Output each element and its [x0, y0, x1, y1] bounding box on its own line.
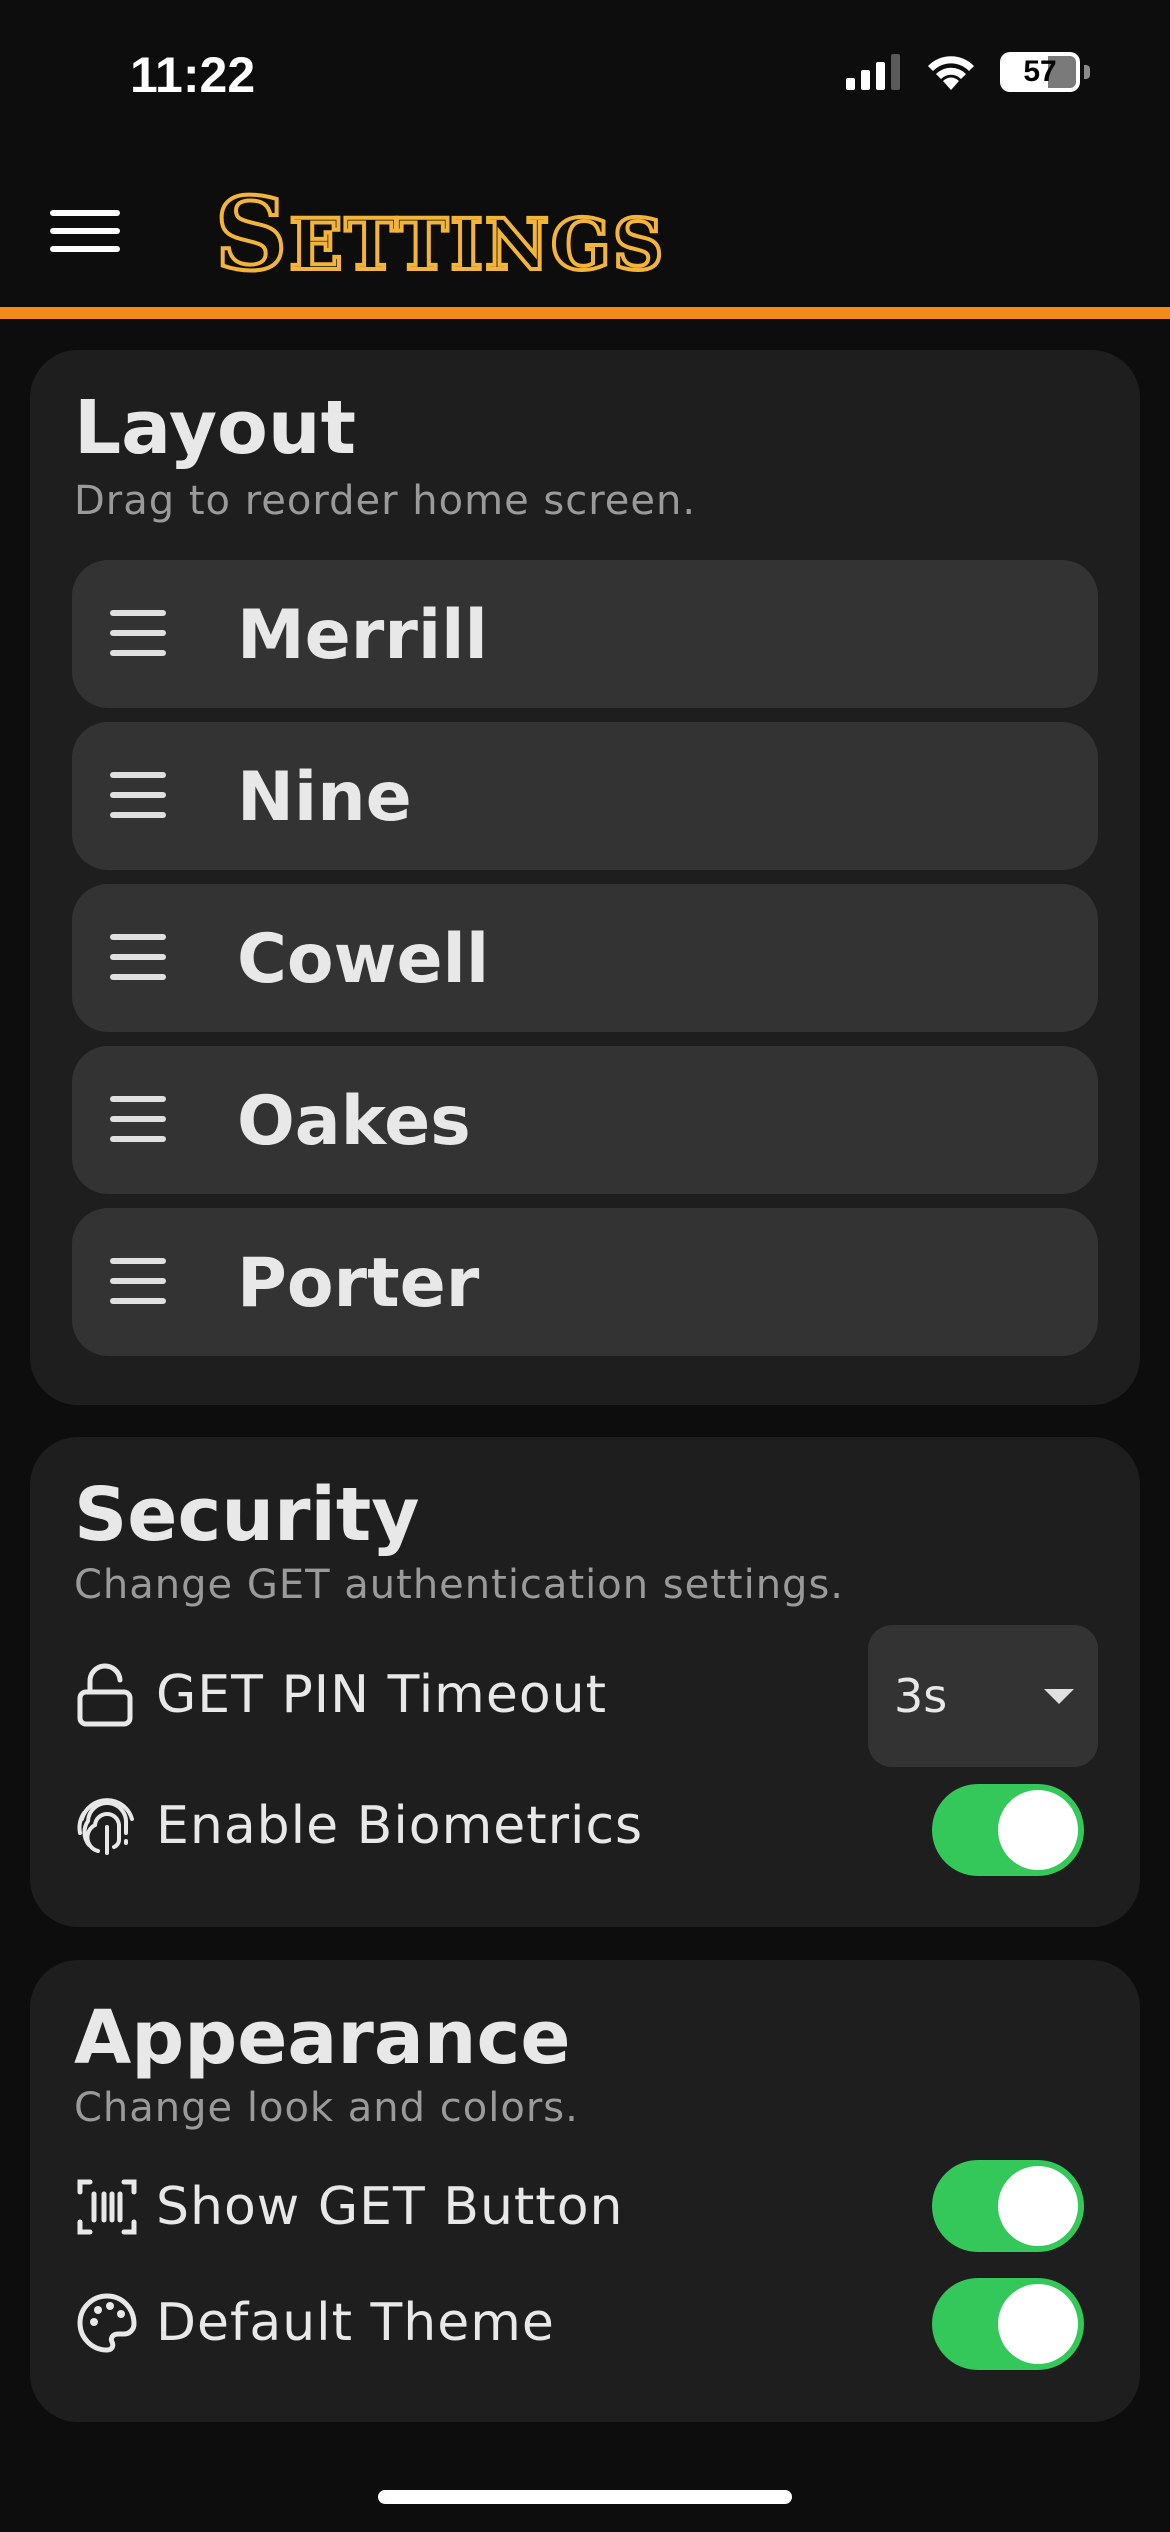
palette-icon	[77, 2293, 137, 2353]
biometrics-label: Enable Biometrics	[156, 1796, 644, 1856]
unlock-icon	[77, 1663, 133, 1727]
layout-item-oakes[interactable]: Oakes	[72, 1046, 1098, 1194]
security-section: Security Change GET authentication setti…	[30, 1437, 1140, 1927]
layout-section: Layout Drag to reorder home screen. Merr…	[30, 350, 1140, 1405]
biometrics-setting: Enable Biometrics	[74, 1793, 643, 1859]
layout-item-merrill[interactable]: Merrill	[72, 560, 1098, 708]
cellular-signal-icon	[846, 54, 900, 90]
drag-handle-icon[interactable]	[110, 1258, 166, 1318]
status-bar: 11:22 57	[0, 0, 1170, 150]
appearance-subtitle: Change look and colors.	[74, 2085, 579, 2131]
drag-handle-icon[interactable]	[110, 772, 166, 832]
drag-handle-icon[interactable]	[110, 934, 166, 994]
layout-item-cowell[interactable]: Cowell	[72, 884, 1098, 1032]
layout-item-label: Oakes	[237, 1082, 471, 1161]
default-theme-toggle[interactable]	[932, 2278, 1084, 2370]
show-get-button-setting: Show GET Button	[74, 2174, 623, 2240]
home-indicator[interactable]	[378, 2490, 792, 2504]
pin-timeout-setting: GET PIN Timeout	[74, 1662, 607, 1728]
layout-item-porter[interactable]: Porter	[72, 1208, 1098, 1356]
layout-subtitle: Drag to reorder home screen.	[74, 478, 697, 524]
battery-tip	[1084, 65, 1090, 79]
battery-level: 57	[1023, 55, 1057, 88]
wifi-icon	[928, 56, 974, 90]
hamburger-menu-icon[interactable]	[50, 210, 120, 260]
layout-item-label: Porter	[237, 1244, 480, 1323]
status-icons: 57	[846, 52, 1090, 92]
drag-handle-icon[interactable]	[110, 610, 166, 670]
default-theme-label: Default Theme	[156, 2293, 555, 2353]
layout-item-label: Merrill	[237, 596, 488, 675]
drag-handle-icon[interactable]	[110, 1096, 166, 1156]
layout-item-label: Nine	[237, 758, 412, 837]
toggle-knob	[998, 1790, 1078, 1870]
pin-timeout-dropdown[interactable]: 3s	[868, 1625, 1098, 1767]
security-subtitle: Change GET authentication settings.	[74, 1562, 844, 1608]
show-get-button-toggle[interactable]	[932, 2160, 1084, 2252]
battery-icon: 57	[1000, 52, 1080, 92]
appearance-title: Appearance	[74, 1995, 571, 2081]
show-get-button-label: Show GET Button	[156, 2177, 624, 2237]
layout-item-label: Cowell	[237, 920, 490, 999]
toggle-knob	[998, 2166, 1078, 2246]
fingerprint-icon	[77, 1798, 134, 1855]
pin-timeout-value: 3s	[894, 1669, 948, 1723]
chevron-down-icon	[1044, 1689, 1074, 1704]
barcode-scan-icon	[77, 2179, 137, 2235]
layout-title: Layout	[74, 385, 356, 471]
default-theme-setting: Default Theme	[74, 2290, 555, 2356]
layout-item-nine[interactable]: Nine	[72, 722, 1098, 870]
security-title: Security	[74, 1472, 420, 1558]
toggle-knob	[998, 2284, 1078, 2364]
app-header: Settings	[0, 150, 1170, 310]
status-time: 11:22	[130, 47, 256, 103]
appearance-section: Appearance Change look and colors. Show …	[30, 1960, 1140, 2422]
pin-timeout-label: GET PIN Timeout	[156, 1665, 607, 1725]
header-divider	[0, 307, 1170, 319]
biometrics-toggle[interactable]	[932, 1784, 1084, 1876]
page-title: Settings	[213, 173, 666, 295]
